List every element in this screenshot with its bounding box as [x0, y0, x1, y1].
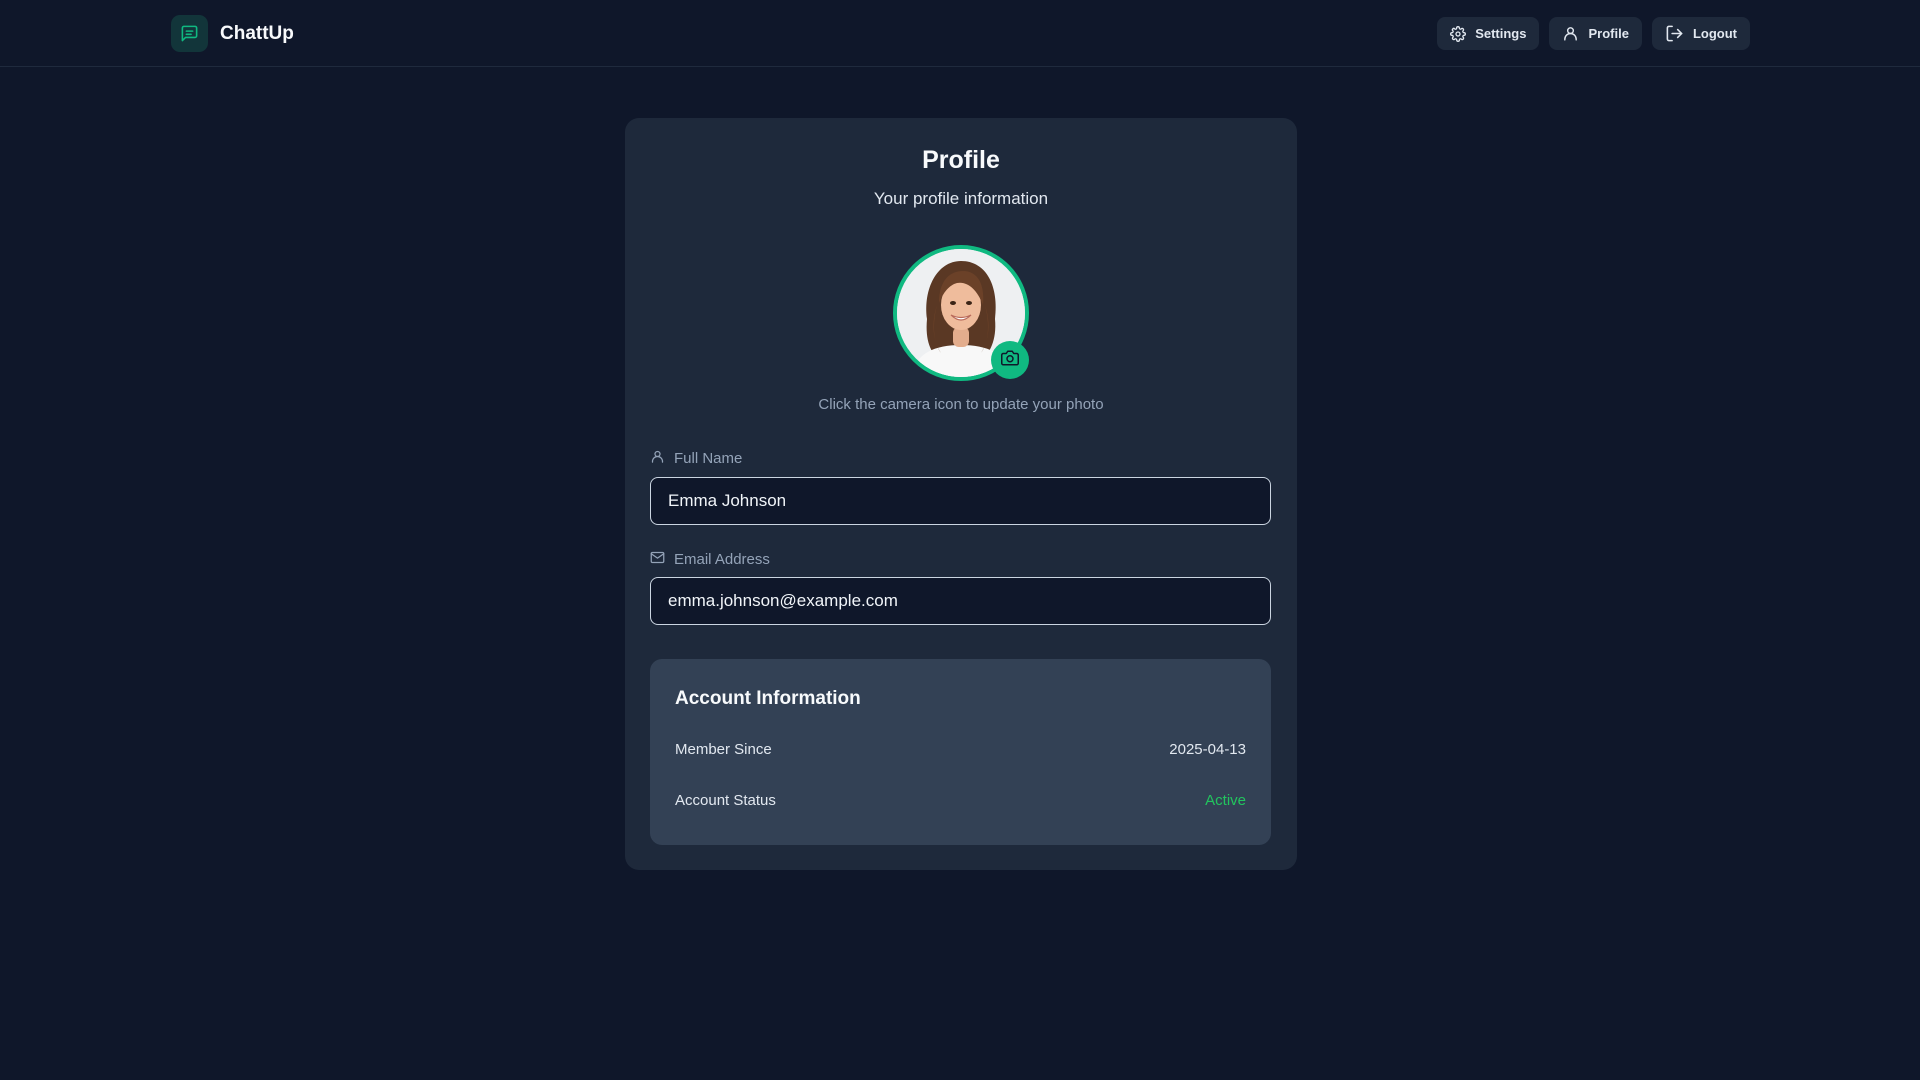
full-name-label: Full Name — [650, 449, 742, 468]
account-information-title: Account Information — [675, 688, 861, 709]
full-name-field[interactable] — [650, 477, 1271, 525]
user-icon — [1562, 25, 1579, 42]
profile-button[interactable]: Profile — [1549, 17, 1642, 50]
settings-button[interactable]: Settings — [1437, 17, 1540, 50]
member-since-row: Member Since 2025-04-13 — [675, 741, 1246, 758]
profile-label: Profile — [1588, 26, 1629, 41]
email-label: Email Address — [650, 550, 770, 569]
logout-label: Logout — [1692, 26, 1737, 41]
gear-icon — [1450, 25, 1467, 42]
top-navigation-bar: ChattUp Settings Profile Logout — [0, 0, 1920, 67]
logout-button[interactable]: Logout — [1651, 17, 1750, 50]
app-name: ChattUp — [220, 22, 294, 44]
avatar-container — [893, 245, 1029, 381]
user-icon — [650, 449, 665, 468]
camera-icon — [1001, 349, 1019, 372]
page-title: Profile — [922, 146, 1000, 174]
header-actions: Settings Profile Logout — [1437, 17, 1750, 50]
settings-label: Settings — [1475, 26, 1527, 41]
email-label-text: Email Address — [674, 551, 770, 568]
photo-update-hint: Click the camera icon to update your pho… — [818, 396, 1104, 413]
message-square-icon — [171, 15, 208, 52]
profile-card: Profile Your profile information Click t… — [625, 118, 1297, 870]
status-badge: Active — [1205, 792, 1246, 809]
camera-upload-button[interactable] — [991, 341, 1029, 379]
account-status-label: Account Status — [675, 792, 776, 809]
mail-icon — [650, 550, 665, 569]
logout-icon — [1665, 24, 1684, 43]
page-subtitle: Your profile information — [873, 189, 1049, 208]
brand-logo-link[interactable]: ChattUp — [171, 15, 294, 52]
member-since-value: 2025-04-13 — [1169, 741, 1246, 758]
account-information-panel: Account Information Member Since 2025-04… — [650, 659, 1271, 845]
full-name-label-text: Full Name — [674, 450, 743, 467]
account-status-row: Account Status Active — [675, 792, 1246, 809]
email-field[interactable] — [650, 577, 1271, 625]
member-since-label: Member Since — [675, 741, 772, 758]
